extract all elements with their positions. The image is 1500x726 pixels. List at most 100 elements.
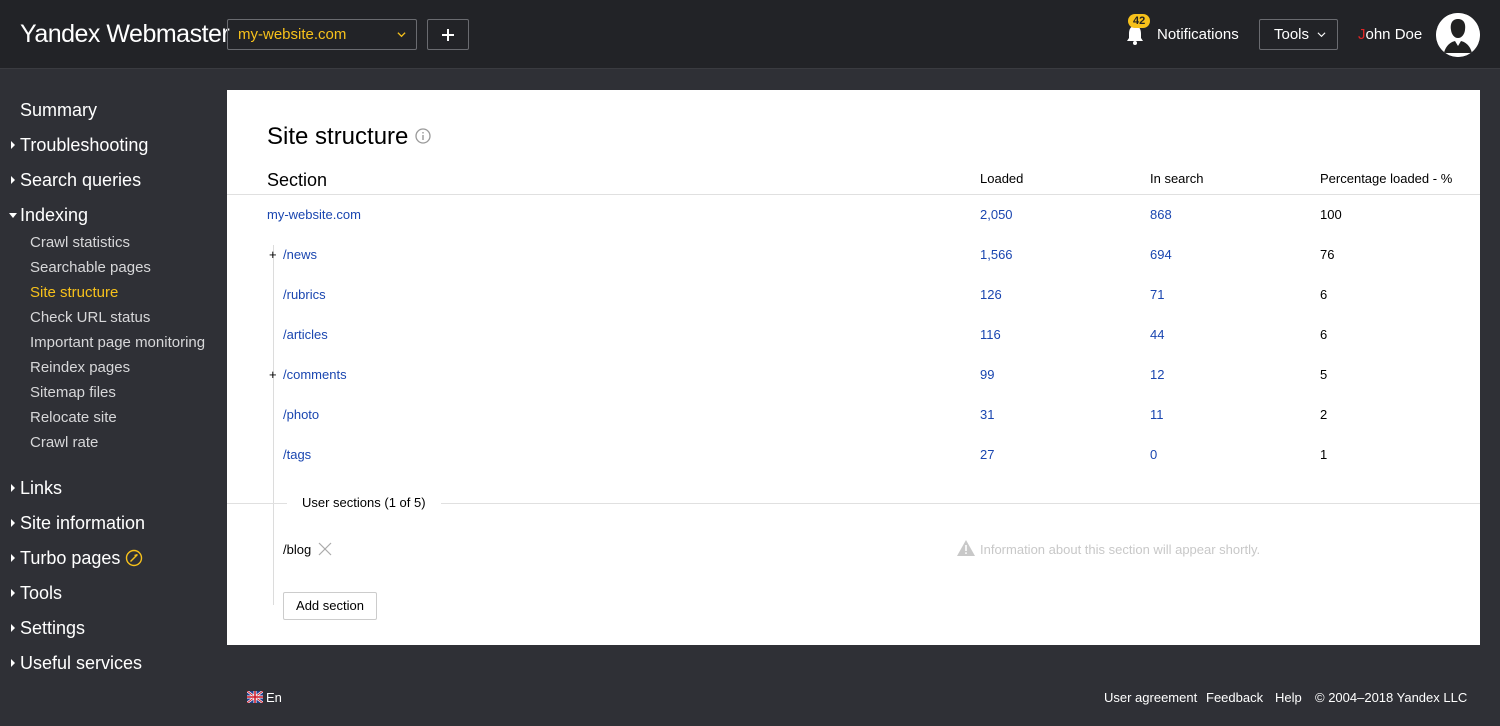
section-link[interactable]: /comments <box>283 367 347 382</box>
percentage-loaded-value: 2 <box>1320 407 1328 422</box>
sidebar-item-label: Troubleshooting <box>20 135 149 155</box>
loaded-count-link[interactable]: 2,050 <box>980 207 1013 222</box>
tools-menu-button[interactable]: Tools <box>1259 19 1338 50</box>
table-row: + /news 1,566 694 76 <box>227 247 1480 267</box>
caret-right-icon <box>11 589 15 597</box>
logo-bold: Yandex <box>20 20 100 48</box>
site-selector[interactable]: my-website.com <box>227 19 417 50</box>
notifications-count-badge: 42 <box>1128 14 1151 28</box>
caret-right-icon <box>11 141 15 149</box>
in-search-count-link[interactable]: 12 <box>1150 367 1164 382</box>
sidebar-subitem-searchable-pages[interactable]: Searchable pages <box>30 259 151 276</box>
caret-right-icon <box>11 484 15 492</box>
table-row: /tags 27 0 1 <box>227 447 1480 467</box>
loaded-count-link[interactable]: 126 <box>980 287 1002 302</box>
in-search-count-link[interactable]: 868 <box>1150 207 1172 222</box>
user-section-name: /blog <box>283 542 312 557</box>
loaded-count-link[interactable]: 99 <box>980 367 994 382</box>
user-avatar[interactable] <box>1436 13 1480 57</box>
user-name[interactable]: John Doe <box>1358 26 1422 43</box>
table-row: my-website.com 2,050 868 100 <box>227 207 1480 227</box>
remove-section-icon[interactable] <box>318 542 332 556</box>
loaded-count-link[interactable]: 1,566 <box>980 247 1013 262</box>
add-section-button[interactable]: Add section <box>283 592 377 620</box>
site-selector-value: my-website.com <box>238 26 347 43</box>
section-link[interactable]: my-website.com <box>267 207 361 222</box>
column-header-section: Section <box>267 170 328 190</box>
percentage-loaded-value: 5 <box>1320 367 1328 382</box>
expand-toggle[interactable]: + <box>269 367 277 382</box>
top-header: Yandex Webmaster my-website.com 42 Notif… <box>0 0 1500 69</box>
in-search-count-link[interactable]: 694 <box>1150 247 1172 262</box>
section-link[interactable]: /news <box>283 247 317 262</box>
percentage-loaded-value: 1 <box>1320 447 1328 462</box>
user-silhouette-icon <box>1436 13 1480 57</box>
column-header-loaded: Loaded <box>980 171 1024 186</box>
sidebar-item-label: Links <box>20 478 63 498</box>
sidebar-item-label: Useful services <box>20 653 143 673</box>
user-sections-divider-left <box>227 503 287 504</box>
help-link[interactable]: Help <box>1275 690 1302 705</box>
sidebar-subitem-relocate-site[interactable]: Relocate site <box>30 409 117 426</box>
site-structure-panel: Site structure Section Loaded In search … <box>227 90 1480 645</box>
loaded-count-link[interactable]: 116 <box>980 327 1001 342</box>
in-search-count-link[interactable]: 0 <box>1150 447 1157 462</box>
user-sections-label: User sections (1 of 5) <box>302 495 426 510</box>
loaded-count-link[interactable]: 31 <box>980 407 994 422</box>
table-row: /photo 31 11 2 <box>227 407 1480 427</box>
caret-right-icon <box>11 554 15 562</box>
user-sections-divider-right <box>441 503 1480 504</box>
sidebar-item-label: Site information <box>20 513 146 533</box>
expand-toggle[interactable]: + <box>269 247 277 262</box>
warning-icon <box>957 540 975 556</box>
in-search-count-link[interactable]: 71 <box>1150 287 1164 302</box>
section-link[interactable]: /tags <box>283 447 311 462</box>
sidebar-item-label: Tools <box>20 583 63 603</box>
sidebar-item-label: Turbo pages <box>20 548 121 568</box>
caret-right-icon <box>11 519 15 527</box>
loaded-count-link[interactable]: 27 <box>980 447 994 462</box>
sidebar-subitem-crawl-rate[interactable]: Crawl rate <box>30 434 98 451</box>
column-header-percentage-loaded: Percentage loaded - % <box>1320 171 1453 186</box>
add-site-button[interactable] <box>427 19 469 50</box>
sidebar-item-label: Summary <box>20 100 98 120</box>
percentage-loaded-value: 100 <box>1320 207 1342 222</box>
caret-right-icon <box>11 176 15 184</box>
percentage-loaded-value: 6 <box>1320 327 1328 342</box>
user-name-first-letter: J <box>1358 26 1366 43</box>
caret-right-icon <box>11 659 15 667</box>
yandex-webmaster-logo[interactable]: Yandex Webmaster <box>20 20 230 49</box>
language-label: En <box>266 690 282 705</box>
feedback-link[interactable]: Feedback <box>1206 690 1263 705</box>
sidebar-subitem-site-structure[interactable]: Site structure <box>30 284 118 301</box>
section-pending-text: Information about this section will appe… <box>980 542 1261 557</box>
sidebar-subitem-crawl-statistics[interactable]: Crawl statistics <box>30 234 130 251</box>
page-title: Site structure <box>267 123 409 150</box>
section-link[interactable]: /photo <box>283 407 319 422</box>
percentage-loaded-value: 76 <box>1320 247 1335 262</box>
header-divider <box>227 194 1480 195</box>
logo-light: Webmaster <box>106 20 230 48</box>
in-search-count-link[interactable]: 11 <box>1150 407 1164 422</box>
sidebar-item-label: Search queries <box>20 170 142 190</box>
chevron-down-icon <box>397 32 406 38</box>
in-search-count-link[interactable]: 44 <box>1150 327 1164 342</box>
rocket-icon <box>125 549 143 567</box>
user-name-rest: ohn Doe <box>1365 26 1423 43</box>
column-header-in-search: In search <box>1150 171 1204 186</box>
sidebar-subitem-reindex-pages[interactable]: Reindex pages <box>30 359 130 376</box>
section-link[interactable]: /articles <box>283 327 328 342</box>
user-agreement-link[interactable]: User agreement <box>1104 690 1197 705</box>
sidebar-subitem-important-page-monitoring[interactable]: Important page monitoring <box>30 334 205 351</box>
table-row: /rubrics 126 71 6 <box>227 287 1480 307</box>
sidebar-item-label: Indexing <box>20 205 89 225</box>
section-link[interactable]: /rubrics <box>283 287 326 302</box>
sidebar-item-label: Settings <box>20 618 86 638</box>
info-icon[interactable] <box>415 128 431 144</box>
percentage-loaded-value: 6 <box>1320 287 1328 302</box>
sidebar-subitem-sitemap-files[interactable]: Sitemap files <box>30 384 116 401</box>
sidebar-subitem-check-url-status[interactable]: Check URL status <box>30 309 150 326</box>
caret-down-icon <box>9 213 17 218</box>
notifications-label: Notifications <box>1157 26 1239 43</box>
table-row: + /comments 99 12 5 <box>227 367 1480 387</box>
